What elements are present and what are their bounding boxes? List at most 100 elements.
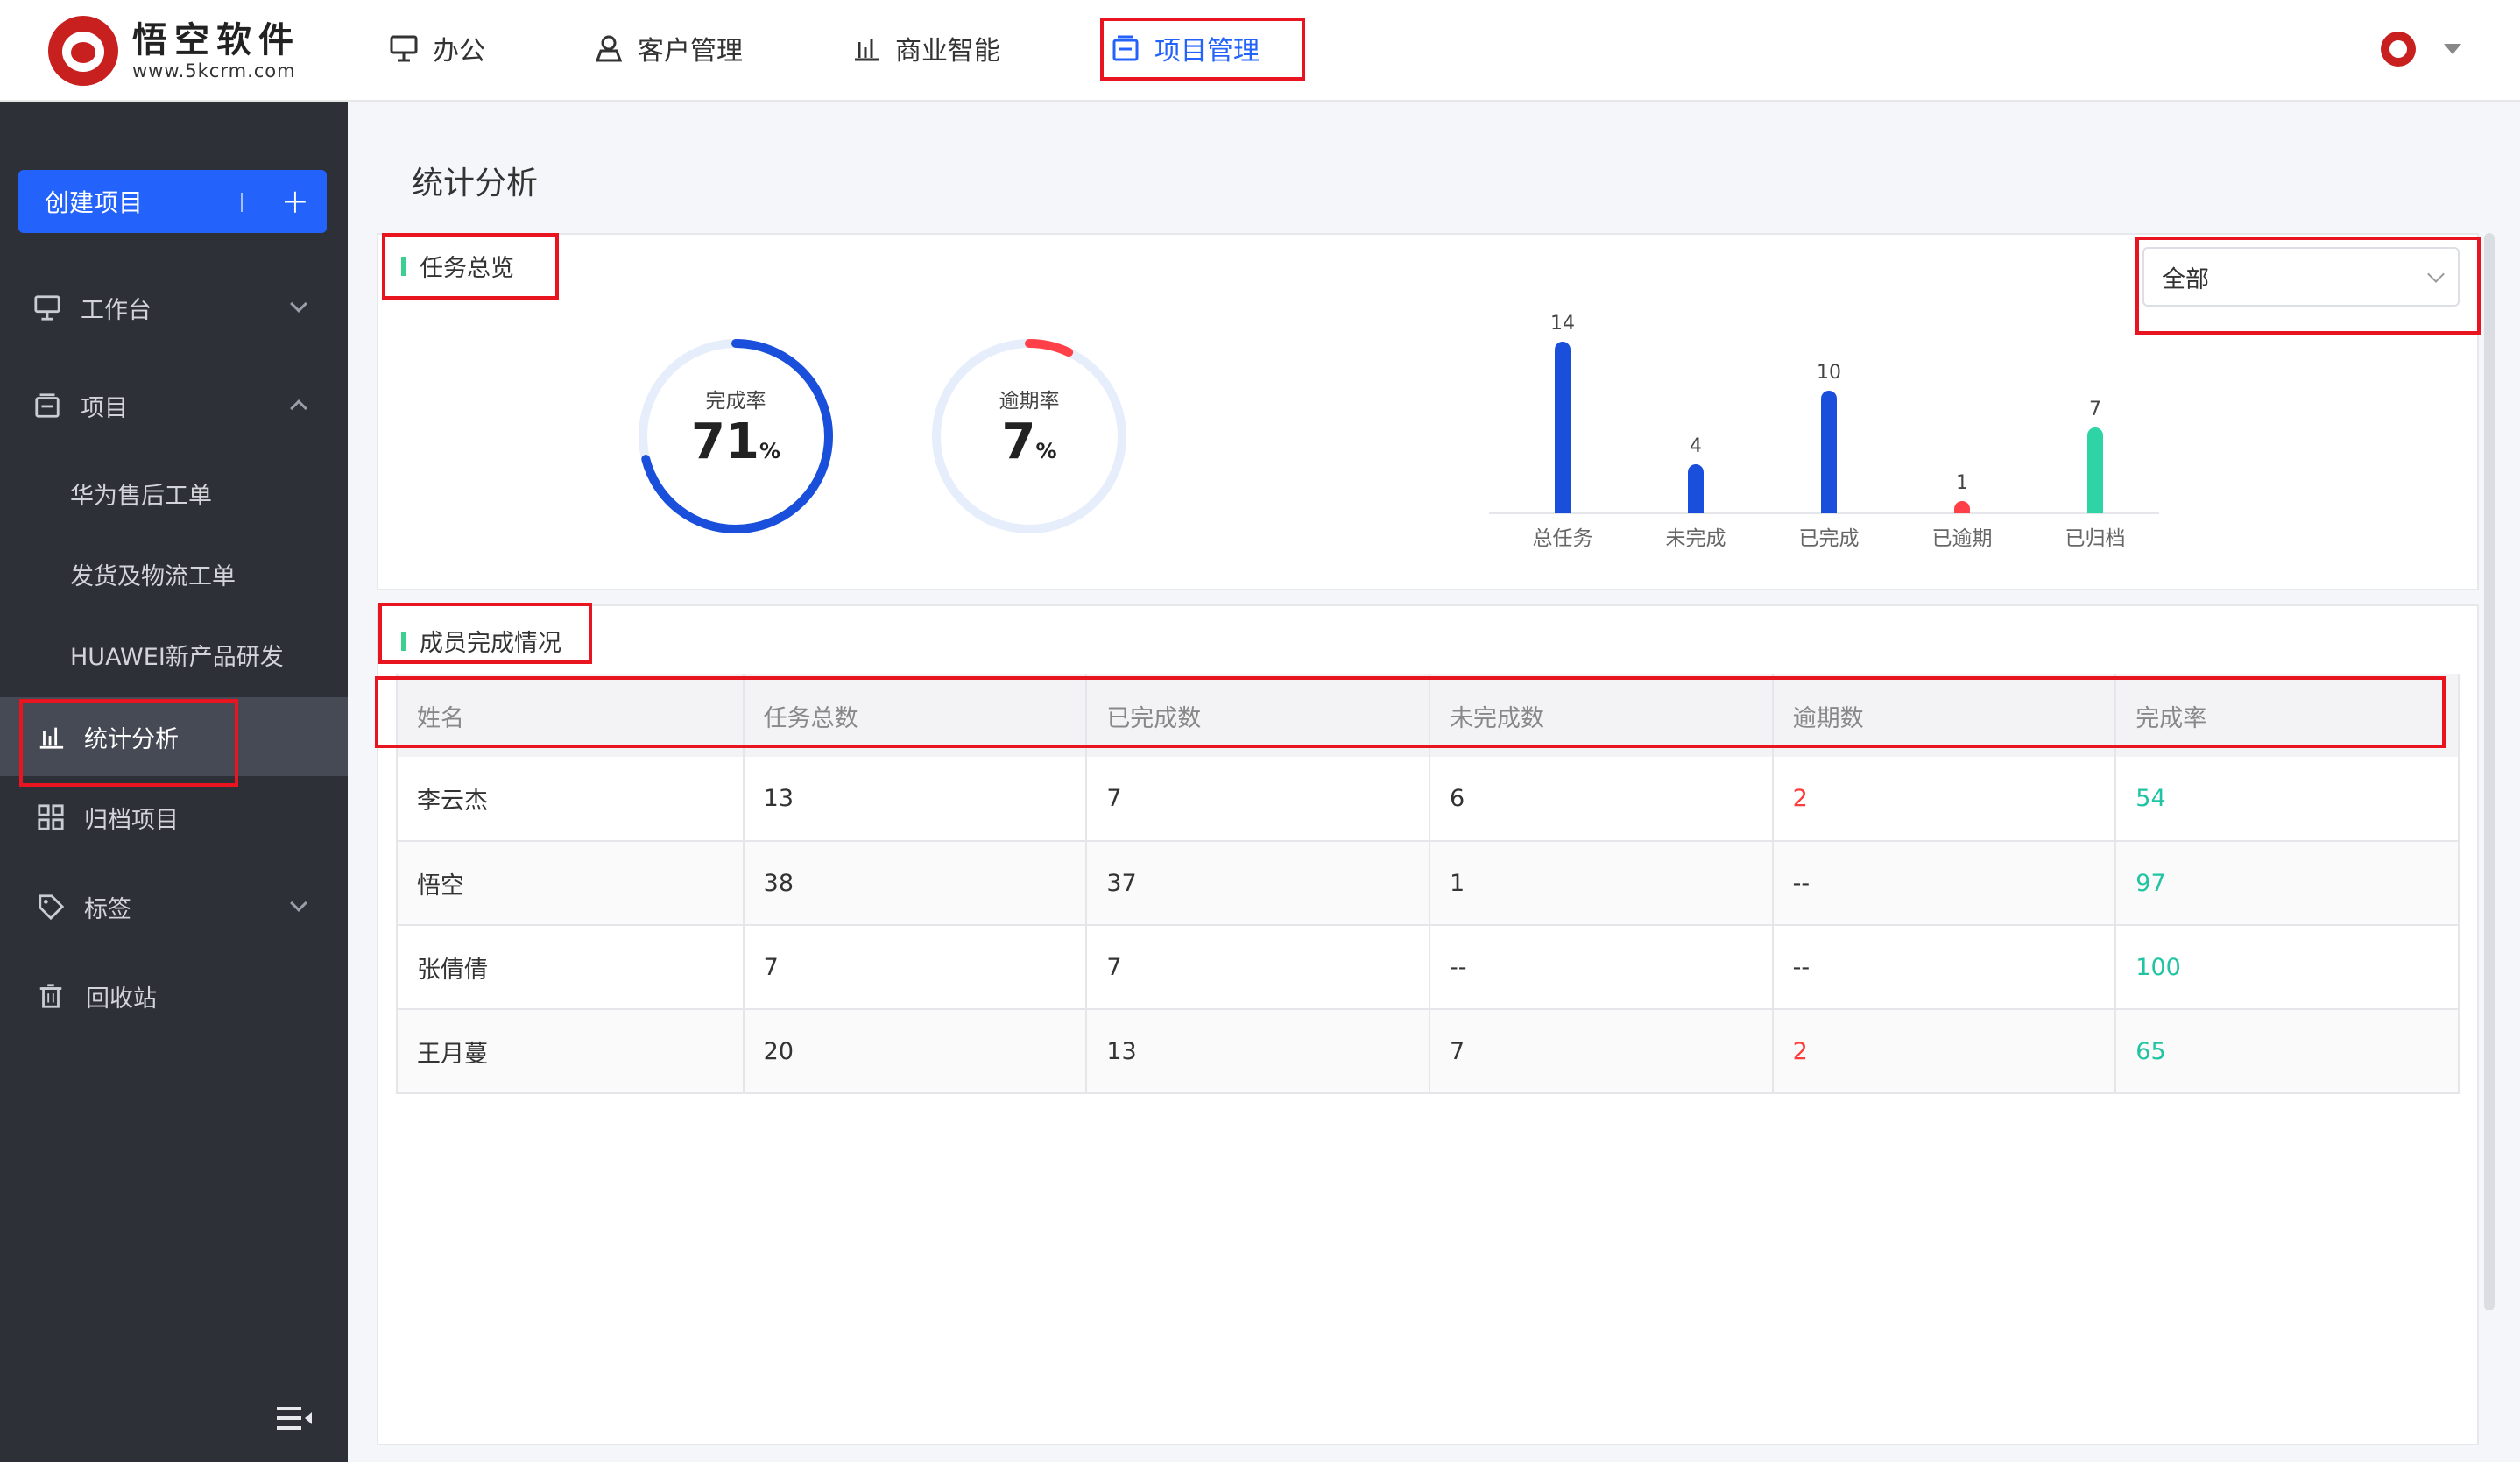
highlight-box bbox=[375, 676, 2446, 748]
cell-name: 李云杰 bbox=[396, 757, 745, 842]
overdue-rate-value: 7% bbox=[942, 413, 1117, 470]
sidebar-item-label: 项目 bbox=[81, 394, 128, 422]
data-label-4: 7 bbox=[2089, 399, 2101, 420]
cell-name: 张倩倩 bbox=[396, 925, 745, 1010]
data-label-1: 4 bbox=[1690, 435, 1702, 457]
category-label-3: 已逾期 bbox=[1932, 527, 1993, 550]
category-label-1: 未完成 bbox=[1666, 527, 1726, 550]
sidebar-item-label: 标签 bbox=[84, 895, 131, 923]
sidebar-subitem-huawei-aftersales[interactable]: 华为售后工单 bbox=[0, 454, 348, 533]
cell-undone: 7 bbox=[1429, 1009, 1774, 1094]
create-project-label: 创建项目 bbox=[45, 188, 144, 217]
cell-overdue: 2 bbox=[1772, 757, 2117, 842]
collapse-menu-icon[interactable] bbox=[275, 1405, 314, 1431]
data-label-2: 10 bbox=[1817, 362, 1841, 384]
user-icon bbox=[594, 33, 624, 63]
cell-done: 13 bbox=[1086, 1009, 1430, 1094]
chevron-up-icon bbox=[290, 399, 307, 417]
completion-rate-value: 71% bbox=[648, 413, 823, 470]
divider bbox=[241, 193, 243, 212]
logo-name: 悟空软件 bbox=[132, 20, 300, 60]
tag-icon bbox=[37, 893, 65, 921]
category-label-4: 已归档 bbox=[2065, 527, 2126, 550]
sidebar-item-archived[interactable]: 归档项目 bbox=[0, 778, 348, 857]
cell-name: 王月蔓 bbox=[396, 1009, 745, 1094]
task-bar-chart: 14 总任务 4 未完成 10 已完成 1 已逾期 7 已归档 bbox=[1489, 313, 2159, 550]
cell-rate: 54 bbox=[2115, 757, 2460, 842]
sidebar-item-trash[interactable]: 回收站 bbox=[0, 957, 348, 1035]
cell-overdue: -- bbox=[1772, 841, 2117, 926]
avatar[interactable] bbox=[2381, 32, 2416, 67]
cell-undone: -- bbox=[1429, 925, 1774, 1010]
monitor-icon bbox=[389, 33, 419, 63]
cell-total: 38 bbox=[743, 841, 1088, 926]
data-label-3: 1 bbox=[1956, 472, 1968, 494]
top-header: 悟空软件 www.5kcrm.com 办公 客户管理 商业智能 项目管理 bbox=[0, 0, 2520, 102]
plus-icon[interactable]: + bbox=[281, 182, 309, 221]
cell-rate: 100 bbox=[2115, 925, 2460, 1010]
data-label-0: 14 bbox=[1550, 313, 1575, 335]
table-row[interactable]: 李云杰 13 7 6 2 54 bbox=[396, 757, 2460, 842]
table-row[interactable]: 王月蔓 20 13 7 2 65 bbox=[396, 1009, 2460, 1094]
sidebar-item-label: 回收站 bbox=[86, 985, 157, 1013]
user-menu-caret-icon[interactable] bbox=[2444, 44, 2461, 54]
cell-undone: 6 bbox=[1429, 757, 1774, 842]
topnav-bi[interactable]: 商业智能 bbox=[851, 0, 1000, 96]
app-logo[interactable]: 悟空软件 www.5kcrm.com bbox=[48, 16, 300, 86]
sidebar-item-label: 归档项目 bbox=[84, 806, 179, 834]
highlight-box bbox=[1100, 18, 1305, 81]
highlight-box bbox=[378, 603, 592, 664]
cell-total: 7 bbox=[743, 925, 1088, 1010]
category-label-0: 总任务 bbox=[1533, 527, 1593, 550]
bar-2[interactable] bbox=[1821, 391, 1837, 513]
highlight-box bbox=[19, 699, 238, 787]
bar-chart-icon bbox=[851, 33, 881, 63]
cell-done: 37 bbox=[1086, 841, 1430, 926]
percent-unit: % bbox=[1035, 439, 1057, 463]
category-label-2: 已完成 bbox=[1799, 527, 1860, 550]
sidebar-subitem-label: HUAWEI新产品研发 bbox=[70, 643, 284, 671]
logo-url: www.5kcrm.com bbox=[132, 60, 296, 81]
sidebar-item-workbench[interactable]: 工作台 bbox=[0, 268, 348, 347]
completion-rate-caption: 完成率 bbox=[705, 390, 766, 413]
cell-total: 20 bbox=[743, 1009, 1088, 1094]
cell-total: 13 bbox=[743, 757, 1088, 842]
chevron-down-icon bbox=[290, 295, 307, 313]
cell-name: 悟空 bbox=[396, 841, 745, 926]
table-row[interactable]: 悟空 38 37 1 -- 97 bbox=[396, 841, 2460, 926]
cell-overdue: -- bbox=[1772, 925, 2117, 1010]
bar-3[interactable] bbox=[1954, 501, 1970, 513]
cell-rate: 65 bbox=[2115, 1009, 2460, 1094]
topnav-customer[interactable]: 客户管理 bbox=[594, 0, 743, 96]
sidebar-item-label: 工作台 bbox=[81, 296, 152, 324]
grid-icon bbox=[37, 803, 65, 831]
page-title: 统计分析 bbox=[412, 166, 539, 201]
highlight-box bbox=[382, 233, 559, 300]
sidebar-subitem-huawei-rd[interactable]: HUAWEI新产品研发 bbox=[0, 615, 348, 694]
percent-unit: % bbox=[759, 439, 780, 463]
table-row[interactable]: 张倩倩 7 7 -- -- 100 bbox=[396, 925, 2460, 1010]
bar-4[interactable] bbox=[2087, 427, 2103, 513]
overdue-rate-number: 7 bbox=[1001, 413, 1036, 470]
cell-done: 7 bbox=[1086, 925, 1430, 1010]
trash-icon bbox=[37, 982, 65, 1010]
topnav-customer-label: 客户管理 bbox=[638, 36, 743, 67]
chevron-down-icon bbox=[290, 894, 307, 912]
sidebar-subitem-shipping[interactable]: 发货及物流工单 bbox=[0, 534, 348, 613]
scrollbar[interactable] bbox=[2484, 233, 2495, 1310]
cell-done: 7 bbox=[1086, 757, 1430, 842]
bar-1[interactable] bbox=[1688, 464, 1704, 513]
bar-0[interactable] bbox=[1555, 342, 1571, 513]
cell-overdue: 2 bbox=[1772, 1009, 2117, 1094]
monitor-icon bbox=[33, 293, 61, 321]
cell-undone: 1 bbox=[1429, 841, 1774, 926]
sidebar-item-projects[interactable]: 项目 bbox=[0, 366, 348, 445]
sidebar-item-tags[interactable]: 标签 bbox=[0, 867, 348, 946]
topnav-office[interactable]: 办公 bbox=[389, 0, 485, 96]
topnav-office-label: 办公 bbox=[433, 36, 485, 67]
overdue-rate-label: 逾期率 7% bbox=[942, 384, 1117, 470]
completion-rate-number: 71 bbox=[691, 413, 759, 470]
project-icon bbox=[33, 392, 61, 420]
create-project-button[interactable]: 创建项目 + bbox=[18, 170, 327, 233]
sidebar: 创建项目 + 工作台 项目 华为售后工单 发货及物流工单 HUAWEI新产品研发… bbox=[0, 102, 348, 1462]
